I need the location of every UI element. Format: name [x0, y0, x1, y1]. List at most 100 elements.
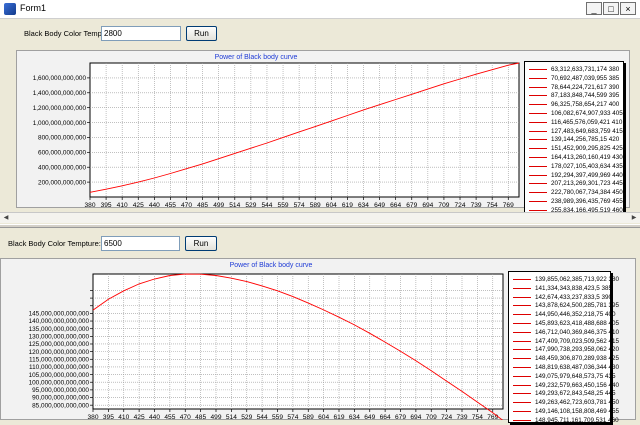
legend-item: 96,325,758,654,217 400: [525, 100, 623, 109]
legend-label: 143,878,624,500,285,781 395: [535, 302, 620, 310]
x-tick-label: 529: [241, 414, 252, 420]
x-tick-label: 664: [380, 414, 391, 420]
legend-item: 148,945,711,161,709,531 460: [509, 416, 619, 425]
legend-swatch: [529, 148, 547, 150]
legend-label: 106,082,674,907,933 405: [551, 110, 623, 117]
legend-label: 139,144,256,785,15 420: [551, 136, 620, 144]
y-tick-label: 90,000,000,000,000: [32, 395, 89, 402]
legend-swatch: [529, 113, 547, 114]
x-tick-label: 634: [358, 202, 369, 208]
maximize-icon: □: [608, 4, 614, 14]
legend-item: 63,312,633,731,174 380: [525, 65, 623, 74]
legend-item: 178,027,105,403,634 435: [525, 162, 623, 171]
legend-swatch: [513, 340, 531, 342]
temperature-input[interactable]: [101, 236, 180, 251]
legend-item: 144,950,446,352,218,75 400: [509, 310, 616, 319]
x-tick-label: 649: [364, 414, 375, 420]
x-tick-label: 604: [326, 202, 337, 208]
close-button[interactable]: ×: [620, 2, 636, 15]
chart-2: 380 395 410 425 440 455 470 485 499 514 529 544 559 5…: [29, 273, 504, 420]
legend-swatch: [513, 367, 531, 368]
y-tick-label: 115,000,000,000,000: [29, 356, 89, 363]
y-tick-label: 100,000,000,000,000: [29, 379, 90, 386]
panel-bottom: Black Body Color Tempture: Run Power of …: [0, 228, 640, 425]
minimize-icon: _: [591, 4, 597, 14]
legend-swatch: [513, 349, 531, 351]
run-button[interactable]: Run: [185, 236, 217, 251]
legend-item: 149,232,579,663,450,156 440: [509, 381, 619, 390]
legend-swatch: [529, 183, 547, 185]
legend-swatch: [529, 77, 547, 79]
arrow-left-icon[interactable]: ◀: [2, 214, 10, 222]
legend-item: 148,459,306,870,289,938 425: [509, 354, 619, 363]
legend-swatch: [513, 393, 531, 395]
legend-label: 147,990,738,293,958,062 420: [535, 346, 620, 354]
legend-item: 147,409,709,023,509,562 415: [509, 337, 619, 346]
legend-label: 192,294,397,499,969 440: [551, 171, 623, 179]
legend-label: 127,483,649,683,759 415: [551, 127, 623, 135]
minimize-button[interactable]: _: [586, 2, 602, 15]
legend-swatch: [513, 314, 531, 316]
x-tick-label: 380: [84, 202, 95, 208]
x-tick-label: 514: [229, 202, 240, 208]
legend-label: 149,263,462,723,603,781 450: [535, 399, 620, 407]
legend-swatch: [529, 174, 547, 176]
x-tick-label: 709: [426, 414, 437, 420]
x-tick-label: 604: [318, 414, 329, 420]
legend-label: 142,674,433,237,833,5 390: [535, 293, 613, 301]
legend-label: 145,893,623,418,488,688 405: [535, 320, 620, 327]
x-tick-label: 574: [287, 414, 298, 420]
legend-item: 238,989,396,435,769 455: [525, 197, 623, 206]
legend-label: 148,945,711,161,709,531 460: [535, 416, 619, 424]
x-tick-label: 724: [441, 414, 452, 420]
panel-top: Black Body Color Tempture: Run Power of …: [0, 19, 640, 214]
arrow-right-icon[interactable]: ▶: [630, 214, 638, 222]
x-tick-label: 544: [261, 202, 272, 208]
legend-item: 151,452,909,295,825 425: [525, 144, 623, 153]
legend-item: 192,294,397,499,969 440: [525, 171, 623, 180]
legend-item: 139,144,256,785,15 420: [525, 135, 623, 144]
x-tick-label: 589: [310, 202, 321, 208]
close-icon: ×: [625, 4, 631, 14]
legend-swatch: [513, 296, 531, 298]
y-tick-label: 140,000,000,000,000: [29, 318, 90, 325]
legend-swatch: [513, 323, 531, 324]
legend-label: 148,459,306,870,289,938 425: [535, 355, 620, 363]
y-tick-label: 1,000,000,000,000: [33, 120, 87, 127]
y-tick-label: 120,000,000,000,000: [29, 349, 90, 356]
x-tick-label: 649: [374, 202, 385, 208]
x-tick-label: 559: [278, 202, 289, 208]
app-icon: [4, 3, 16, 15]
x-tick-label: 619: [342, 202, 353, 208]
x-tick-label: 574: [294, 202, 305, 208]
legend-item: 141,334,343,838,423,5 385: [509, 284, 612, 293]
x-tick-label: 769: [487, 414, 498, 420]
legend-label: 207,213,269,301,723 445: [551, 180, 623, 188]
legend-label: 151,452,909,295,825 425: [551, 145, 623, 153]
legend-item: 149,146,108,158,808,469 455: [509, 407, 619, 416]
x-tick-label: 485: [195, 414, 206, 420]
y-tick-label: 400,000,000,000: [38, 164, 86, 171]
legend-label: 178,027,105,403,634 435: [551, 162, 623, 170]
legend-swatch: [513, 279, 531, 280]
legend-swatch: [529, 121, 547, 123]
maximize-button[interactable]: □: [603, 2, 619, 15]
x-tick-label: 499: [210, 414, 221, 420]
chart-frame: Power of Black body curve 380 395 410 425 44…: [16, 50, 630, 214]
x-tick-label: 724: [455, 202, 466, 208]
legend-label: 144,950,446,352,218,75 400: [535, 311, 616, 319]
x-tick-label: 754: [487, 202, 498, 208]
horizontal-scrollbar[interactable]: ◀ ▶: [0, 212, 640, 223]
x-tick-label: 739: [456, 414, 467, 420]
temperature-input[interactable]: [101, 26, 181, 41]
legend-item: 143,878,624,500,285,781 395: [509, 301, 619, 310]
chart-legend: 139,855,062,385,713,922 380 141,334,343,8…: [508, 271, 619, 425]
run-button[interactable]: Run: [186, 26, 217, 41]
legend-label: 96,325,758,654,217 400: [551, 101, 620, 109]
legend-swatch: [513, 287, 531, 289]
x-tick-label: 679: [406, 202, 417, 208]
legend-item: 139,855,062,385,713,922 380: [509, 275, 619, 284]
y-tick-label: 200,000,000,000: [38, 179, 86, 186]
legend-item: 116,465,576,059,421 410: [525, 118, 623, 127]
legend-item: 149,263,462,723,603,781 450: [509, 398, 619, 407]
